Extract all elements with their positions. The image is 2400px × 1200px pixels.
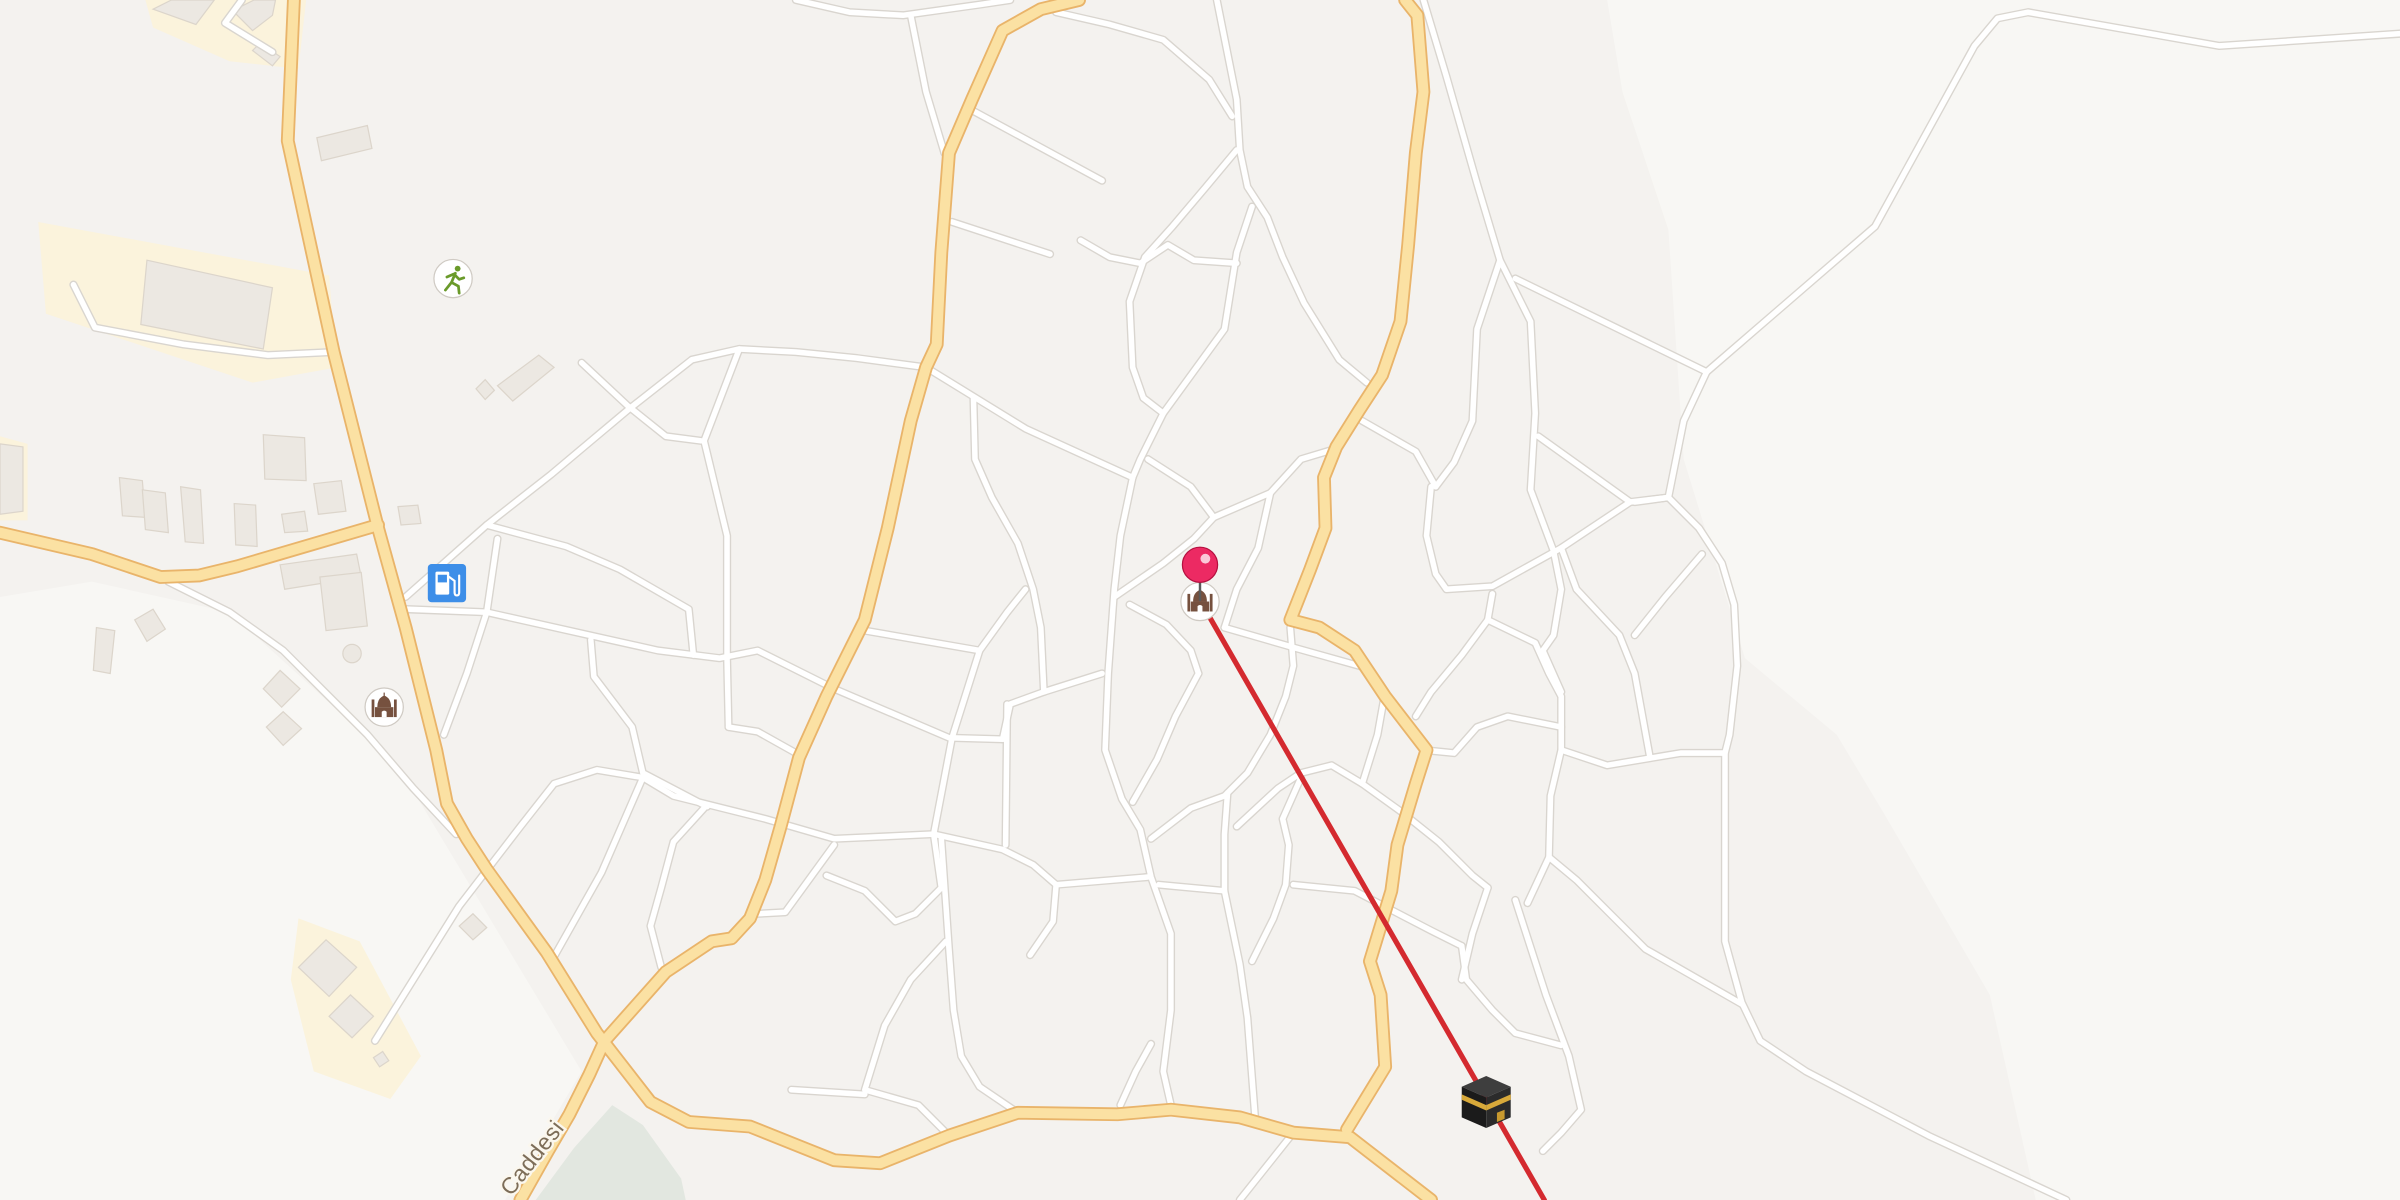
icon-part bbox=[383, 692, 385, 697]
icon-part bbox=[381, 710, 387, 718]
icon-part bbox=[1197, 604, 1203, 612]
map-canvas[interactable]: Caddesi bbox=[0, 0, 2400, 1200]
building bbox=[280, 510, 309, 534]
icon-part bbox=[454, 265, 461, 272]
icon-part bbox=[437, 574, 447, 583]
building bbox=[0, 443, 24, 515]
building bbox=[319, 571, 369, 632]
building bbox=[397, 504, 422, 526]
icon-part bbox=[1187, 593, 1191, 612]
pin-head bbox=[1181, 546, 1219, 584]
mosque-marker-west[interactable] bbox=[364, 687, 404, 727]
icon-part bbox=[1209, 593, 1213, 612]
building bbox=[342, 643, 362, 664]
building bbox=[141, 489, 170, 534]
building bbox=[118, 476, 147, 519]
icon-part bbox=[393, 699, 397, 718]
kaaba-icon bbox=[1461, 1076, 1511, 1129]
fuel-station-marker[interactable] bbox=[427, 564, 467, 603]
building bbox=[262, 434, 307, 482]
map-svg: Caddesi bbox=[0, 0, 2400, 1200]
pin-highlight bbox=[1200, 553, 1211, 564]
sports-facility-marker[interactable] bbox=[433, 258, 473, 299]
building bbox=[313, 479, 347, 515]
building bbox=[179, 486, 205, 545]
icon-part bbox=[371, 699, 375, 718]
street bbox=[1002, 701, 1010, 848]
building bbox=[233, 502, 258, 548]
